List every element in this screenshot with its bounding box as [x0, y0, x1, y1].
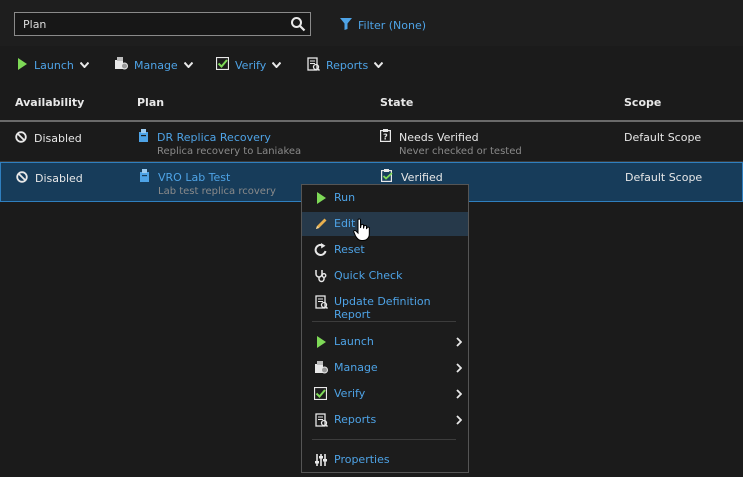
launch-label: Launch	[34, 58, 74, 72]
plan-icon	[139, 169, 151, 186]
scope-cell: Default Scope	[625, 171, 703, 184]
menu-item-manage[interactable]: Manage	[302, 356, 468, 380]
plan-cell: DR Replica Recovery Replica recovery to …	[138, 129, 301, 158]
play-icon	[16, 57, 28, 73]
menu-separator	[312, 321, 456, 322]
menu-item-update-definition-report[interactable]: Update Definition Report	[302, 290, 468, 321]
state-cell: ? Needs Verified Never checked or tested	[380, 129, 522, 158]
launch-menu-button[interactable]: Launch	[16, 56, 89, 74]
verify-menu-button[interactable]: Verify	[215, 56, 282, 74]
plan-description: Replica recovery to Laniakea	[157, 146, 302, 157]
menu-item-label: Properties	[334, 453, 390, 466]
column-header-availability[interactable]: Availability	[15, 96, 84, 109]
chevron-right-icon	[456, 363, 462, 373]
chevron-down-icon	[272, 62, 282, 68]
manage-icon	[114, 57, 128, 73]
availability-cell: Disabled	[16, 171, 83, 186]
column-header-plan[interactable]: Plan	[137, 96, 164, 109]
search-input[interactable]	[15, 13, 293, 35]
state-text: Needs Verified	[399, 130, 479, 144]
svg-text:?: ?	[383, 133, 388, 142]
disabled-icon	[15, 131, 27, 146]
menu-item-label: Reset	[334, 243, 365, 256]
scope-cell: Default Scope	[624, 131, 702, 144]
menu-item-label: Update Definition Report	[334, 295, 431, 321]
sliders-icon	[314, 453, 328, 467]
checkbox-icon	[313, 386, 328, 401]
chevron-right-icon	[456, 389, 462, 399]
reports-menu-button[interactable]: Reports	[306, 56, 384, 74]
verify-label: Verify	[235, 58, 267, 72]
toolbar: Launch Manage Verify Reports	[0, 46, 743, 82]
disabled-icon	[16, 171, 28, 186]
menu-item-launch[interactable]: Launch	[302, 330, 468, 354]
chevron-down-icon	[183, 62, 193, 68]
filter-button[interactable]: Filter (None)	[340, 16, 426, 34]
checkbox-icon	[215, 56, 230, 73]
search-icon[interactable]	[290, 16, 306, 32]
report-icon	[314, 413, 329, 428]
context-menu: Run Edit Reset Quick Check Update Defini…	[301, 184, 469, 473]
menu-item-edit[interactable]: Edit	[302, 212, 468, 236]
table-header: Availability Plan State Scope	[0, 90, 743, 122]
state-text: Verified	[401, 170, 443, 184]
manage-menu-button[interactable]: Manage	[114, 56, 193, 74]
search-box	[14, 12, 311, 36]
availability-text: Disabled	[34, 132, 82, 145]
menu-item-verify[interactable]: Verify	[302, 382, 468, 406]
menu-separator	[312, 439, 456, 440]
hand-cursor-icon	[353, 218, 371, 242]
plan-icon	[138, 129, 150, 146]
menu-item-reports[interactable]: Reports	[302, 408, 468, 432]
plan-name-link[interactable]: VRO Lab Test	[158, 171, 230, 185]
reports-label: Reports	[326, 58, 369, 72]
menu-item-label: Run	[334, 191, 356, 204]
menu-item-properties[interactable]: Properties	[302, 448, 468, 472]
menu-item-label: Launch	[334, 335, 374, 348]
menu-item-label: Reports	[334, 413, 377, 426]
column-header-state[interactable]: State	[380, 96, 413, 109]
question-clipboard-icon: ?	[380, 129, 392, 146]
manage-icon	[314, 361, 328, 375]
manage-label: Manage	[134, 58, 178, 72]
plan-name-link[interactable]: DR Replica Recovery	[157, 131, 271, 145]
state-description: Never checked or tested	[399, 146, 522, 157]
availability-cell: Disabled	[15, 131, 82, 146]
menu-item-reset[interactable]: Reset	[302, 238, 468, 262]
menu-item-label: Quick Check	[334, 269, 403, 282]
menu-item-label: Verify	[334, 387, 366, 400]
reset-icon	[314, 243, 328, 257]
play-icon	[314, 191, 328, 205]
column-header-scope[interactable]: Scope	[624, 96, 661, 109]
report-icon	[314, 295, 329, 310]
plan-description: Lab test replica rcovery	[158, 186, 276, 197]
chevron-down-icon	[374, 62, 384, 68]
chevron-right-icon	[456, 415, 462, 425]
search-bar-row: Filter (None)	[0, 0, 743, 46]
play-icon	[314, 335, 328, 349]
stethoscope-icon	[314, 269, 328, 283]
filter-icon	[340, 17, 352, 33]
menu-item-quick-check[interactable]: Quick Check	[302, 264, 468, 288]
table-row[interactable]: Disabled DR Replica Recovery Replica rec…	[0, 122, 743, 162]
menu-item-label: Manage	[334, 361, 378, 374]
chevron-right-icon	[456, 337, 462, 347]
pencil-icon	[314, 217, 328, 231]
filter-label: Filter (None)	[358, 18, 427, 32]
availability-text: Disabled	[35, 172, 83, 185]
report-icon	[306, 56, 321, 74]
plan-cell: VRO Lab Test Lab test replica rcovery	[139, 169, 276, 198]
chevron-down-icon	[79, 62, 89, 68]
menu-item-run[interactable]: Run	[302, 186, 468, 210]
